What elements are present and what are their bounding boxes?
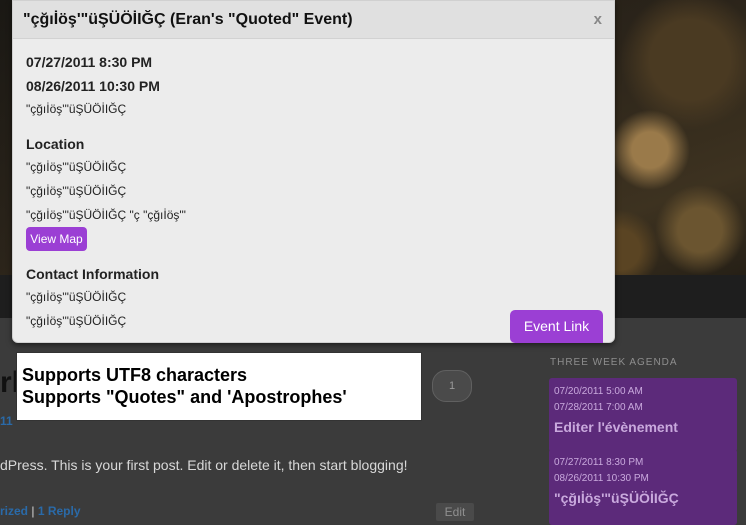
agenda-end: 08/26/2011 10:30 PM	[554, 473, 649, 484]
agenda-title[interactable]: "çğıİöş'"üŞÜÖİIĞÇ	[549, 490, 737, 506]
contact-line: "çğıİöş'"üŞÜÖİIĞÇ	[26, 290, 127, 304]
view-map-button[interactable]: View Map	[26, 227, 87, 251]
location-line: "çğıİöş'"üŞÜÖİIĞÇ	[26, 160, 127, 174]
close-button[interactable]: x	[594, 11, 602, 28]
contact-heading: Contact Information	[26, 266, 159, 282]
annotation-callout: Supports UTF8 characters Supports "Quote…	[16, 352, 422, 421]
post-meta: rized | 1 Reply	[0, 504, 81, 518]
agenda-item[interactable]: 07/20/2011 5:00 AM 07/28/2011 7:00 AM Ed…	[549, 378, 737, 452]
category-link[interactable]: rized	[0, 504, 28, 518]
location-heading: Location	[26, 136, 85, 152]
agenda-end: 07/28/2011 7:00 AM	[554, 402, 643, 413]
replies-link[interactable]: 1 Reply	[38, 504, 81, 518]
event-description: "çğıİöş'"üŞÜÖİIĞÇ	[26, 102, 127, 116]
agenda-start: 07/20/2011 5:00 AM	[554, 386, 643, 397]
popup-header: "çğıİöş'"üŞÜÖİIĞÇ (Eran's "Quoted" Event…	[13, 1, 614, 39]
location-line: "çğıİöş'"üŞÜÖİIĞÇ	[26, 184, 127, 198]
post-excerpt: dPress. This is your first post. Edit or…	[0, 457, 408, 473]
agenda-heading: THREE WEEK AGENDA	[550, 357, 678, 368]
edit-link[interactable]: Edit	[436, 503, 474, 521]
contact-line: "çğıİöş'"üŞÜÖİIĞÇ	[26, 314, 127, 328]
location-line: "çğıİöş'"üŞÜÖİIĞÇ "ç "çğıİöş'"	[26, 208, 186, 222]
event-popup: "çğıİöş'"üŞÜÖİIĞÇ (Eran's "Quoted" Event…	[12, 0, 615, 343]
callout-line-utf8: Supports UTF8 characters	[22, 365, 248, 385]
popup-title: "çğıİöş'"üŞÜÖİIĞÇ (Eran's "Quoted" Event…	[23, 11, 353, 28]
event-link-button[interactable]: Event Link	[510, 310, 603, 343]
post-date[interactable]: 11	[0, 414, 13, 428]
agenda-item[interactable]: 07/27/2011 8:30 PM 08/26/2011 10:30 PM "…	[549, 449, 737, 525]
event-start-datetime: 07/27/2011 8:30 PM	[26, 54, 153, 70]
meta-separator: |	[31, 504, 35, 518]
agenda-start: 07/27/2011 8:30 PM	[554, 457, 644, 468]
event-end-datetime: 08/26/2011 10:30 PM	[26, 78, 160, 94]
agenda-title[interactable]: Editer l'évènement	[549, 419, 737, 435]
comment-count-bubble[interactable]: 1	[432, 370, 472, 402]
callout-line-quotes: Supports "Quotes" and 'Apostrophes'	[22, 387, 347, 407]
